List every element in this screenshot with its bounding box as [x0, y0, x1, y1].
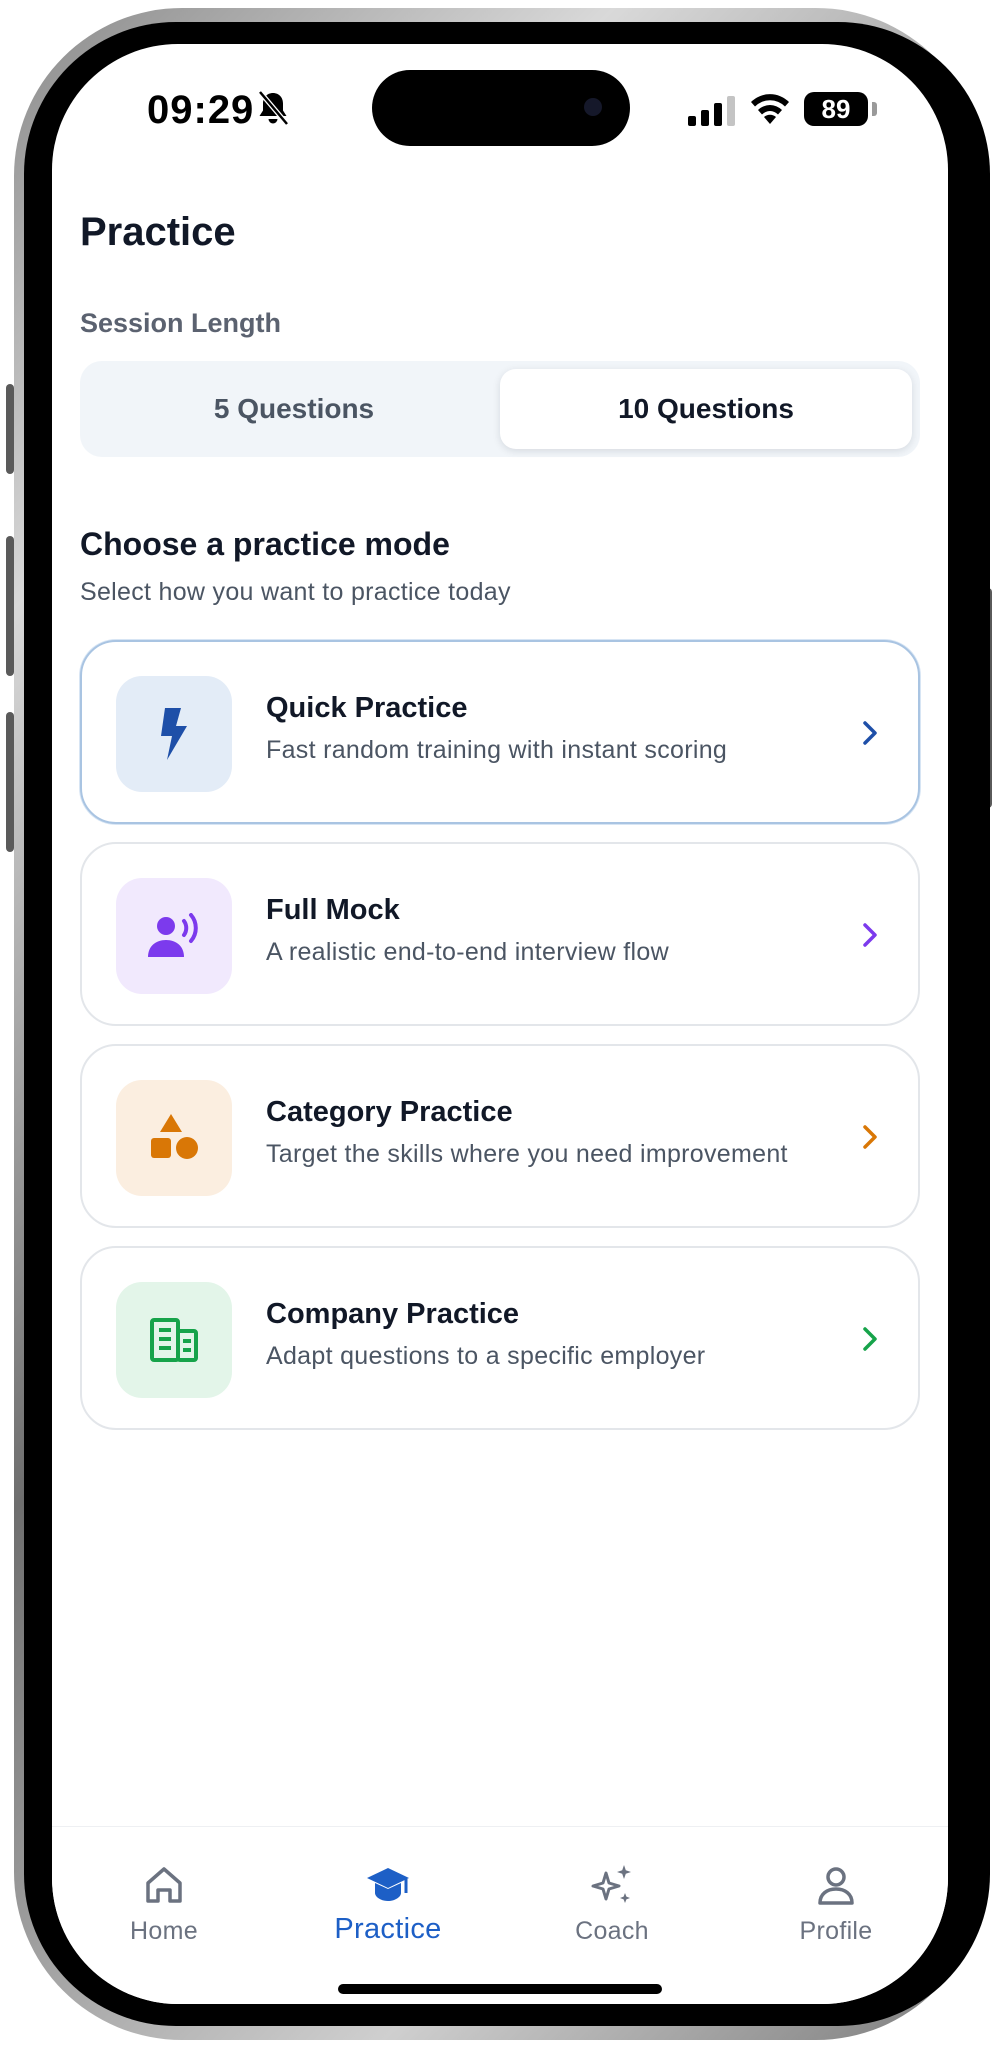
segment-10-questions[interactable]: 10 Questions — [500, 369, 912, 449]
session-length-segmented-control: 5 Questions 10 Questions — [80, 361, 920, 457]
session-length-label: Session Length — [80, 308, 282, 338]
person-icon — [818, 1867, 854, 1905]
tab-label: Profile — [799, 1917, 873, 1945]
bell-slash-icon — [258, 90, 289, 126]
card-description: Adapt questions to a specific employer — [266, 1342, 706, 1370]
building-icon — [150, 1318, 198, 1362]
volume-up-button — [6, 536, 14, 676]
mode-card-quick-practice[interactable]: Quick Practice Fast random training with… — [80, 640, 920, 824]
tab-practice[interactable]: Practice — [276, 1827, 500, 1967]
category-practice-icon-box — [116, 1080, 232, 1196]
home-icon — [146, 1867, 182, 1903]
camera-icon — [584, 98, 602, 116]
wifi-icon — [751, 94, 789, 124]
modes-subtitle: Select how you want to practice today — [80, 578, 511, 606]
tab-label: Practice — [334, 1913, 442, 1945]
mode-card-company-practice[interactable]: Company Practice Adapt questions to a sp… — [80, 1246, 920, 1430]
sparkles-icon — [591, 1865, 631, 1903]
tab-bar: Home Practice Coach Profile — [52, 1826, 948, 2004]
card-title: Full Mock — [266, 894, 400, 926]
card-description: Target the skills where you need improve… — [266, 1140, 788, 1168]
tab-label: Home — [130, 1917, 198, 1945]
full-mock-icon-box — [116, 878, 232, 994]
chevron-right-icon — [863, 923, 877, 947]
card-title: Quick Practice — [266, 692, 468, 724]
person-voice-icon — [148, 913, 198, 957]
chevron-right-icon — [863, 1125, 877, 1149]
signal-icon — [688, 96, 735, 126]
home-indicator[interactable] — [338, 1984, 662, 1994]
status-bar: 09:29 89 — [52, 44, 948, 194]
chevron-right-icon — [863, 1327, 877, 1351]
segment-5-questions[interactable]: 5 Questions — [88, 369, 500, 449]
tab-profile[interactable]: Profile — [724, 1827, 948, 1967]
card-title: Company Practice — [266, 1298, 520, 1330]
graduation-cap-icon — [367, 1868, 409, 1901]
card-description: A realistic end-to-end interview flow — [266, 938, 669, 966]
modes-title: Choose a practice mode — [80, 526, 450, 562]
battery-tip — [872, 102, 877, 116]
chevron-right-icon — [863, 721, 877, 745]
status-time: 09:29 — [147, 88, 255, 132]
silent-switch — [6, 384, 14, 474]
dynamic-island — [372, 70, 630, 146]
screen: 09:29 89 Practice Session Length 5 Quest… — [52, 44, 948, 2004]
tab-label: Coach — [575, 1917, 649, 1945]
page-title: Practice — [80, 210, 236, 254]
shapes-icon — [151, 1114, 198, 1159]
card-description: Fast random training with instant scorin… — [266, 736, 728, 764]
bolt-icon — [161, 708, 187, 760]
mode-card-full-mock[interactable]: Full Mock A realistic end-to-end intervi… — [80, 842, 920, 1026]
quick-practice-icon-box — [116, 676, 232, 792]
company-practice-icon-box — [116, 1282, 232, 1398]
card-title: Category Practice — [266, 1096, 513, 1128]
volume-down-button — [6, 712, 14, 852]
mode-card-category-practice[interactable]: Category Practice Target the skills wher… — [80, 1044, 920, 1228]
tab-coach[interactable]: Coach — [500, 1827, 724, 1967]
battery-icon: 89 — [804, 92, 868, 126]
tab-home[interactable]: Home — [52, 1827, 276, 1967]
